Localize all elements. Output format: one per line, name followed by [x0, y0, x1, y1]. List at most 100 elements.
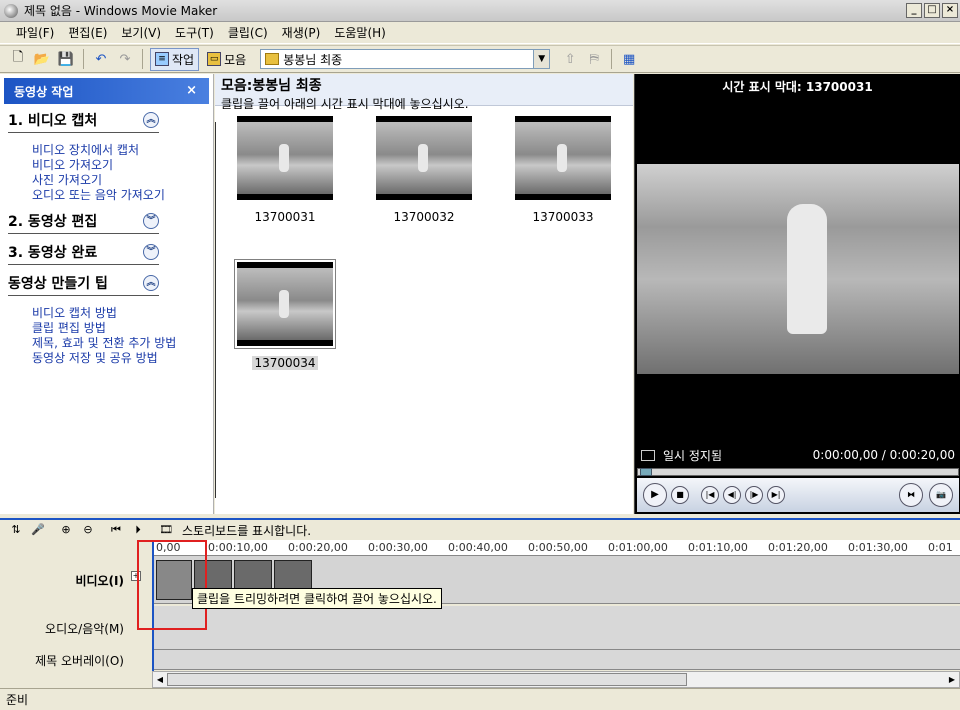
seek-handle[interactable] [640, 468, 652, 476]
up-folder-icon[interactable]: ⇧ [560, 49, 580, 69]
redo-icon[interactable]: ↷ [115, 49, 135, 69]
ruler-tick: 0:01:00,00 [608, 541, 668, 554]
scroll-thumb[interactable] [167, 673, 687, 686]
task-link-how-titles[interactable]: 제목, 효과 및 전환 추가 방법 [32, 336, 213, 351]
collection-clip-selected[interactable]: 13700034 [234, 259, 336, 370]
task-link-how-edit[interactable]: 클립 편집 방법 [32, 321, 213, 336]
timeline-toolbar: ⇅ 🎤 ⊕ ⊖ ⏮ ⏵ 🎞 스토리보드를 표시합니다. [0, 518, 960, 540]
chevron-up-icon[interactable]: ︽ [143, 112, 159, 128]
chevron-down-icon[interactable]: ▼ [533, 50, 550, 68]
collection-clip[interactable]: 13700033 [513, 116, 613, 224]
set-audio-levels-icon[interactable]: ⇅ [8, 522, 24, 538]
show-storyboard-label[interactable]: 스토리보드를 표시합니다. [182, 522, 311, 539]
undo-icon[interactable]: ↶ [91, 49, 111, 69]
section-capture-video[interactable]: 1. 비디오 캡처 ︽ [8, 110, 159, 133]
minimize-button[interactable]: _ [906, 3, 922, 18]
open-project-icon[interactable]: 📂 [32, 49, 52, 69]
new-folder-icon[interactable]: ⛿ [584, 49, 604, 69]
play-button[interactable]: ▶ [643, 483, 667, 507]
menu-tools[interactable]: 도구(T) [169, 22, 220, 43]
collection-clip[interactable]: 13700032 [374, 116, 474, 224]
play-timeline-icon[interactable]: ⏵ [130, 522, 146, 538]
task-pane-header: 동영상 작업 × [4, 78, 209, 104]
timeline-scrollbar[interactable]: ◀ ▶ [152, 671, 960, 688]
ruler-tick: 0:00:10,00 [208, 541, 268, 554]
clip-thumbnail[interactable] [376, 116, 472, 200]
collection-dropdown[interactable]: 봉봉님 최종 ▼ [260, 49, 551, 69]
title-overlay-track[interactable] [152, 650, 960, 670]
clip-thumbnail[interactable] [237, 116, 333, 200]
scroll-right-icon[interactable]: ▶ [945, 672, 959, 687]
menu-play[interactable]: 재생(P) [276, 22, 327, 43]
close-button[interactable]: × [942, 3, 958, 18]
menu-view[interactable]: 보기(V) [115, 22, 167, 43]
collections-toggle-button[interactable]: ▭ 모음 [203, 49, 250, 70]
seek-bar[interactable] [637, 468, 959, 476]
section-edit-movie[interactable]: 2. 동영상 편집 ︾ [8, 211, 159, 234]
preview-time: 0:00:00,00 / 0:00:20,00 [812, 448, 955, 462]
storyboard-icon[interactable]: 🎞 [158, 522, 174, 538]
scroll-left-icon[interactable]: ◀ [153, 672, 167, 687]
stop-button[interactable]: ■ [671, 486, 689, 504]
clip-thumbnail[interactable] [515, 116, 611, 200]
take-picture-icon[interactable]: 📷 [929, 483, 953, 507]
collection-title: 모음:봉봉님 최종 [221, 78, 322, 94]
title-overlay-track-label[interactable]: 제목 오버레이(O) [0, 652, 150, 669]
menu-bar: 파일(F) 편집(E) 보기(V) 도구(T) 클립(C) 재생(P) 도움말(… [0, 22, 960, 44]
back-button[interactable]: ◀| [723, 486, 741, 504]
preview-video-frame [637, 164, 959, 374]
tasks-toggle-button[interactable]: ≡ 작업 [150, 47, 200, 71]
clip-label: 13700033 [532, 210, 594, 224]
task-link-how-save[interactable]: 동영상 저장 및 공유 방법 [32, 351, 213, 366]
menu-help[interactable]: 도움말(H) [328, 22, 392, 43]
menu-edit[interactable]: 편집(E) [62, 22, 113, 43]
section-finish-movie[interactable]: 3. 동영상 완료 ︾ [8, 242, 159, 265]
status-bar: 준비 [0, 688, 960, 710]
narrate-timeline-icon[interactable]: 🎤 [30, 522, 46, 538]
ruler-tick: 0:01:20,00 [768, 541, 828, 554]
chevron-down-icon[interactable]: ︾ [143, 244, 159, 260]
task-link-import-pictures[interactable]: 사진 가져오기 [32, 173, 213, 188]
rewind-timeline-icon[interactable]: ⏮ [108, 522, 124, 538]
new-project-icon[interactable]: 🗋 [8, 49, 28, 69]
audio-track-label[interactable]: 오디오/음악(M) [0, 620, 150, 637]
menu-clip[interactable]: 클립(C) [222, 22, 274, 43]
trim-tooltip: 클립을 트리밍하려면 클릭하여 끌어 놓으십시오. [192, 588, 442, 609]
section-title: 1. 비디오 캡처 [8, 113, 98, 129]
next-frame-button[interactable]: ▶| [767, 486, 785, 504]
zoom-in-icon[interactable]: ⊕ [58, 522, 74, 538]
task-link-capture-device[interactable]: 비디오 장치에서 캡처 [32, 143, 213, 158]
maximize-button[interactable]: □ [924, 3, 940, 18]
video-track-label[interactable]: 비디오(I) [0, 572, 150, 589]
chevron-up-icon[interactable]: ︽ [143, 275, 159, 291]
section-title: 2. 동영상 편집 [8, 214, 98, 230]
menu-file[interactable]: 파일(F) [10, 22, 60, 43]
preview-extra-controls: ⧓ 📷 [899, 483, 959, 507]
capture-links: 비디오 장치에서 캡처 비디오 가져오기 사진 가져오기 오디오 또는 음악 가… [32, 143, 213, 203]
ruler-tick: 0:00:50,00 [528, 541, 588, 554]
task-link-import-audio[interactable]: 오디오 또는 음악 가져오기 [32, 188, 213, 203]
close-icon[interactable]: × [186, 83, 197, 98]
time-ruler[interactable]: 0,00 0:00:10,00 0:00:20,00 0:00:30,00 0:… [152, 540, 960, 556]
section-movie-tips[interactable]: 동영상 만들기 팁 ︽ [8, 273, 159, 296]
task-link-import-video[interactable]: 비디오 가져오기 [32, 158, 213, 173]
save-project-icon[interactable]: 💾 [56, 49, 76, 69]
toolbar-separator [83, 49, 84, 69]
forward-button[interactable]: |▶ [745, 486, 763, 504]
tasks-icon: ≡ [155, 52, 169, 66]
task-link-how-capture[interactable]: 비디오 캡처 방법 [32, 306, 213, 321]
audio-track[interactable] [152, 606, 960, 650]
chevron-down-icon[interactable]: ︾ [143, 213, 159, 229]
previous-frame-button[interactable]: |◀ [701, 486, 719, 504]
preview-title: 시간 표시 막대: 13700031 [722, 80, 873, 94]
ruler-tick: 0:01:30,00 [848, 541, 908, 554]
split-clip-icon[interactable]: ⧓ [899, 483, 923, 507]
task-pane-title: 동영상 작업 [14, 84, 74, 99]
preview-monitor: 시간 표시 막대: 13700031 일시 정지됨 0:00:00,00 / 0… [634, 74, 960, 514]
collection-clip[interactable]: 13700031 [235, 116, 335, 224]
toolbar-separator [142, 49, 143, 69]
clip-thumbnail[interactable] [234, 259, 336, 349]
pane-divider [215, 122, 216, 498]
view-options-icon[interactable]: ▦ [619, 49, 639, 69]
zoom-out-icon[interactable]: ⊖ [80, 522, 96, 538]
